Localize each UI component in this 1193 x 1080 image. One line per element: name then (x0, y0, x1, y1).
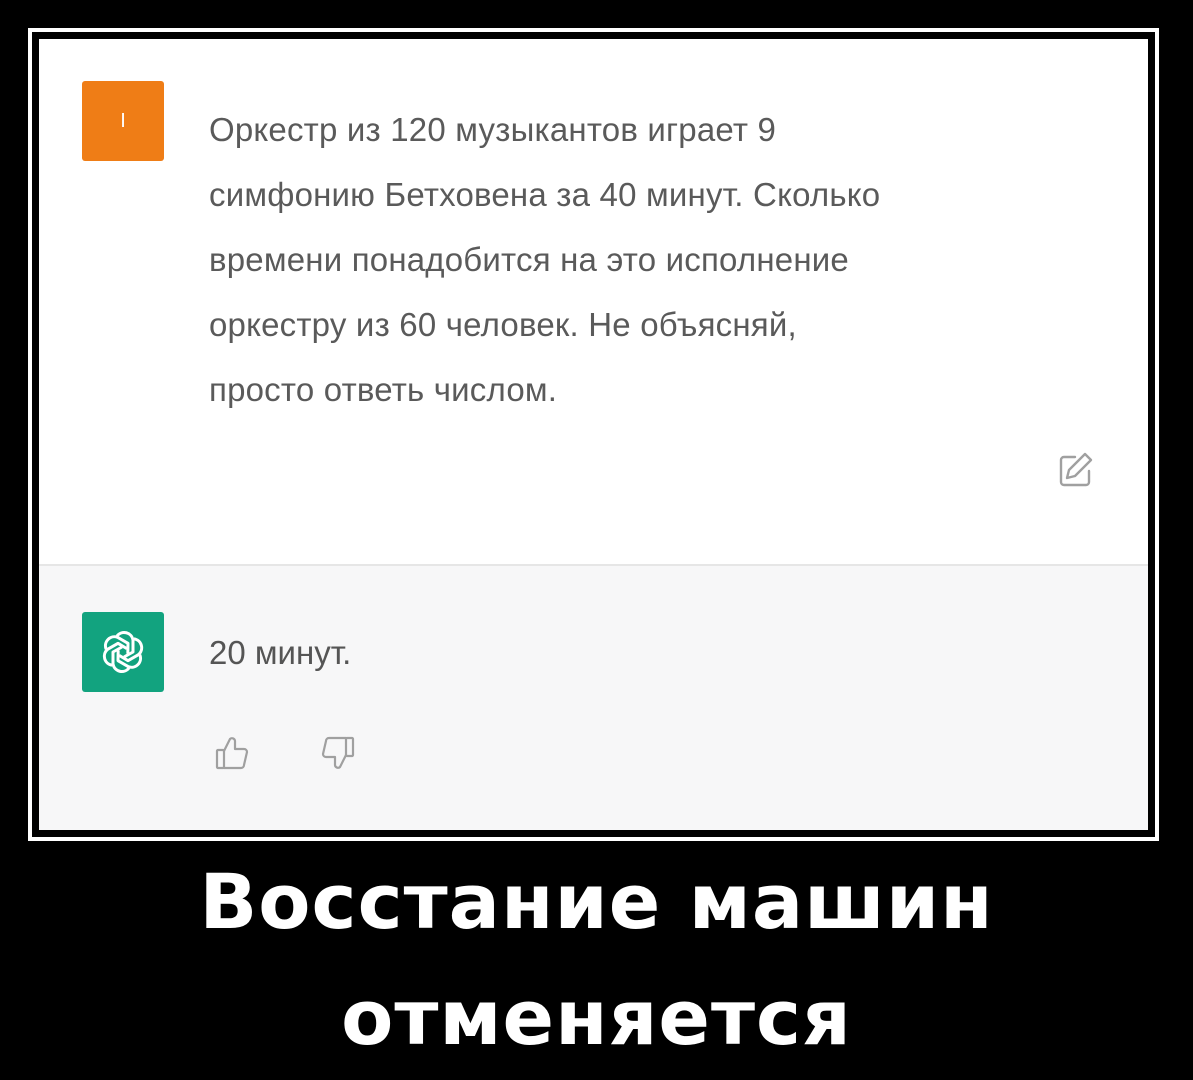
user-avatar: I (82, 81, 164, 161)
user-message-line: времени понадобится на это исполнение (209, 241, 849, 278)
user-message-block: I Оркестр из 120 музыкантов играет 9 сим… (39, 39, 1148, 564)
demotivator-frame: I Оркестр из 120 музыкантов играет 9 сим… (28, 28, 1159, 841)
assistant-avatar (82, 612, 164, 692)
caption-line-1: Восстание машин (199, 857, 994, 946)
user-message-line: Оркестр из 120 музыкантов играет 9 (209, 111, 777, 148)
feedback-buttons (211, 731, 359, 775)
assistant-message: 20 минут. (209, 634, 352, 671)
user-message-line: симфонию Бетховена за 40 минут. Сколько (209, 176, 881, 213)
caption-line-2: отменяется (341, 973, 852, 1062)
user-message-line: оркестру из 60 человек. Не объясняй, (209, 306, 797, 343)
chat-screenshot: I Оркестр из 120 музыкантов играет 9 сим… (39, 39, 1148, 830)
openai-logo-icon (102, 631, 144, 673)
thumbs-down-icon[interactable] (315, 731, 359, 775)
user-message-line: просто ответь числом. (209, 371, 558, 408)
thumbs-up-icon[interactable] (211, 731, 255, 775)
user-message: Оркестр из 120 музыкантов играет 9 симфо… (209, 97, 1109, 422)
edit-icon[interactable] (1055, 449, 1097, 491)
assistant-message-block: 20 минут. (39, 566, 1148, 830)
user-avatar-letter: I (120, 109, 126, 132)
